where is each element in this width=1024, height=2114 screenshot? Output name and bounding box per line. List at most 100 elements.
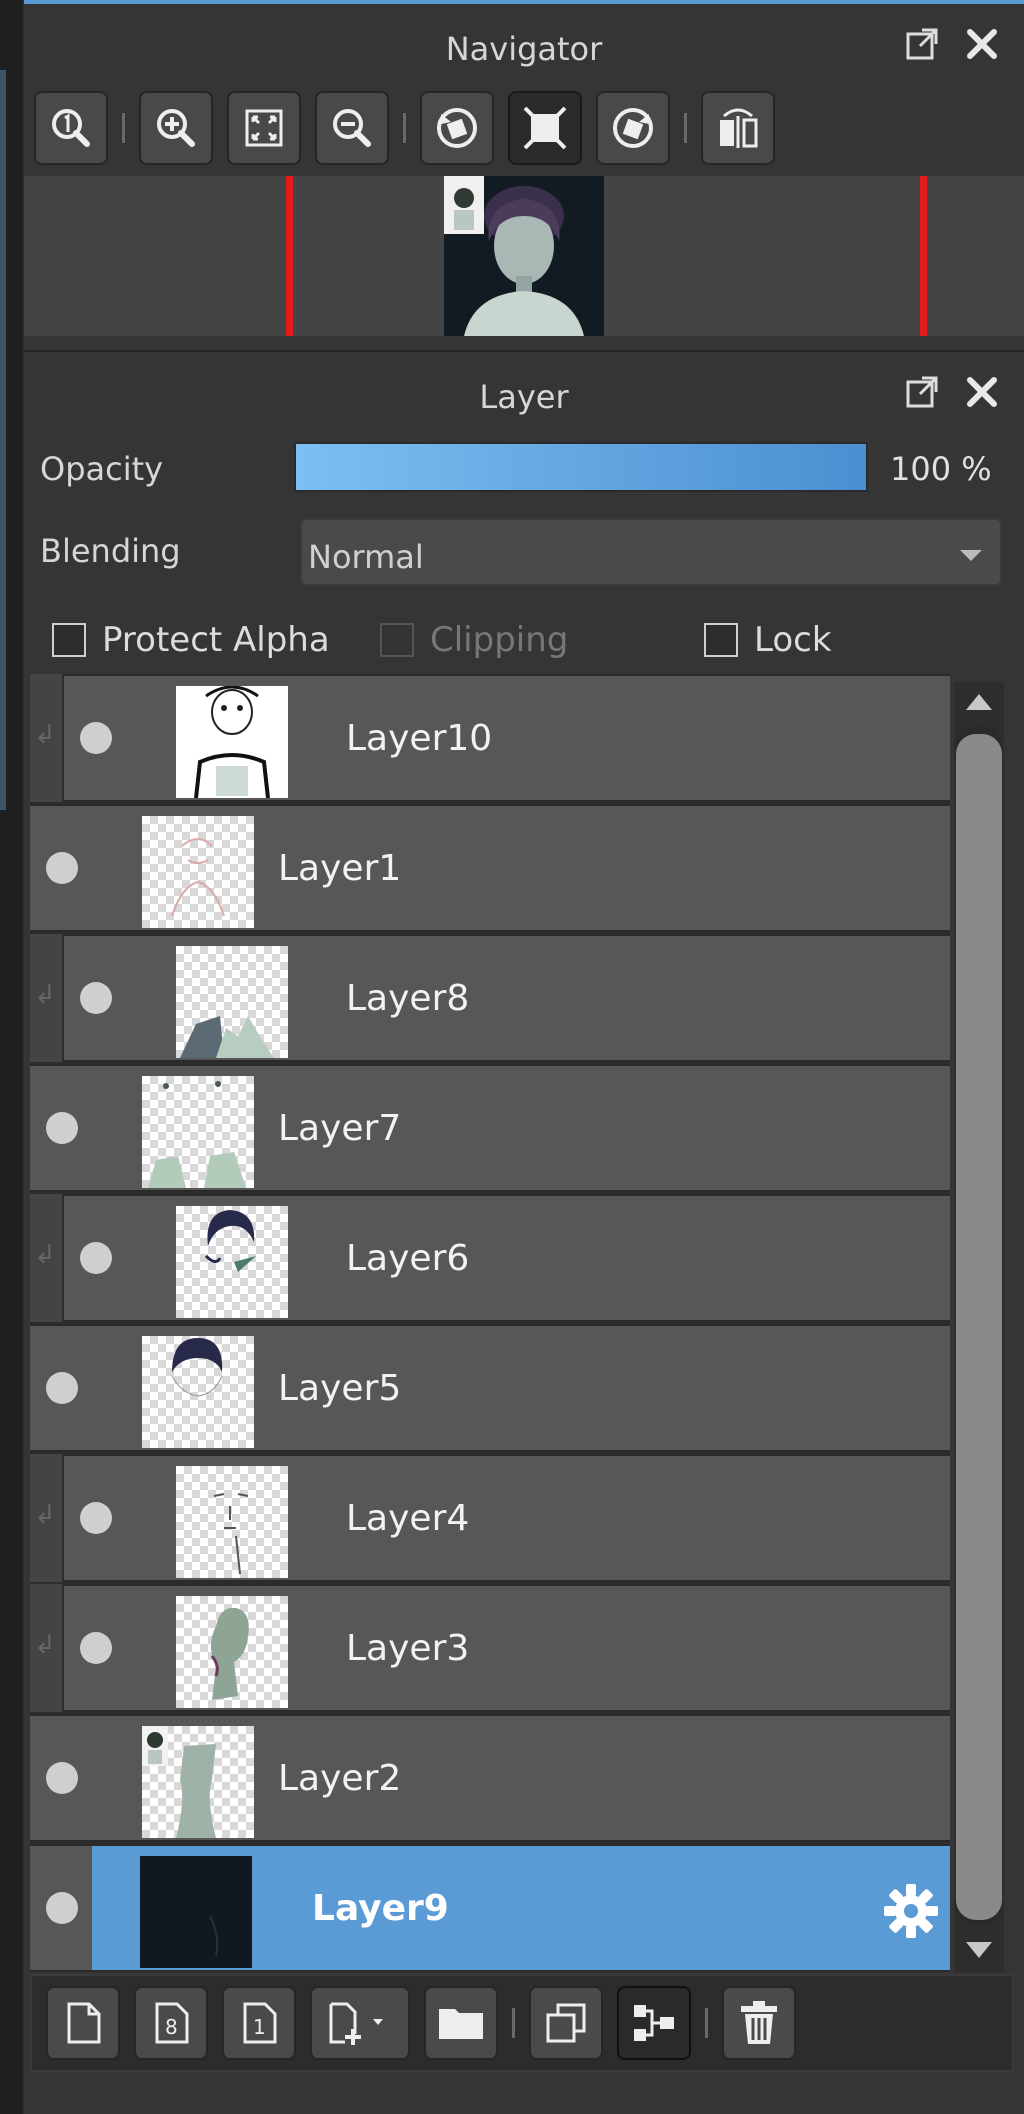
layer-name: Layer5: [278, 1368, 402, 1409]
navigator-toolbar: [34, 88, 789, 168]
view-marker-right: [920, 176, 927, 336]
clip-arrow-icon: ↲: [34, 1240, 56, 1270]
undock-icon[interactable]: [902, 24, 942, 64]
svg-text:8: 8: [165, 2015, 178, 2039]
layer-thumbnail: [142, 1726, 254, 1838]
layer-row[interactable]: Layer10: [64, 674, 950, 802]
layer-thumbnail: [176, 946, 288, 1058]
opacity-label: Opacity: [40, 450, 164, 488]
layer-row[interactable]: Layer7: [30, 1064, 950, 1192]
left-dock-edge: [0, 0, 24, 2114]
layer-row[interactable]: Layer3: [64, 1584, 950, 1712]
layer-bottom-toolbar: 8 1: [30, 1974, 1014, 2072]
scroll-up-icon[interactable]: [966, 694, 992, 710]
visibility-icon[interactable]: [46, 1892, 78, 1924]
zoom-out-button[interactable]: [315, 91, 389, 165]
layer-row-selected[interactable]: Layer9: [30, 1844, 950, 1972]
visibility-icon[interactable]: [80, 1502, 112, 1534]
layer-thumbnail: [142, 816, 254, 928]
layer-row[interactable]: Layer6: [64, 1194, 950, 1322]
clip-indicator: ↲: [30, 674, 64, 802]
navigator-panel: Navigator: [24, 0, 1024, 350]
toolbar-separator: [684, 113, 687, 143]
dock-accent: [0, 70, 6, 810]
canvas-thumbnail: [444, 176, 604, 336]
scroll-down-icon[interactable]: [966, 1942, 992, 1958]
visibility-icon[interactable]: [46, 852, 78, 884]
rotate-right-icon: [613, 108, 653, 148]
layer-thumbnail: [142, 1336, 254, 1448]
layer-settings-gear-icon[interactable]: [882, 1882, 940, 1940]
visibility-icon[interactable]: [46, 1372, 78, 1404]
layer-name: Layer8: [346, 978, 470, 1019]
new-layer-icon: [67, 2002, 101, 2044]
merge-down-button[interactable]: [617, 1986, 691, 2060]
protect-alpha-label: Protect Alpha: [102, 620, 330, 660]
flip-horizontal-button[interactable]: [701, 91, 775, 165]
zoom-actual-button[interactable]: [34, 91, 108, 165]
layer-name: Layer1: [278, 848, 402, 889]
rotate-left-icon: [437, 108, 477, 148]
clipping-checkbox[interactable]: Clipping: [380, 620, 568, 660]
checkbox-box[interactable]: [52, 623, 86, 657]
add-layer-menu-button[interactable]: [310, 1986, 410, 2060]
layer-thumbnail: [176, 1466, 288, 1578]
toolbar-separator: [512, 2008, 515, 2038]
layer-name: Layer7: [278, 1108, 402, 1149]
layer-titlebar: Layer: [24, 352, 1024, 436]
checkbox-box[interactable]: [704, 623, 738, 657]
layer-name: Layer2: [278, 1758, 402, 1799]
reset-rotation-button[interactable]: [508, 91, 582, 165]
layer-row[interactable]: Layer2: [30, 1714, 950, 1842]
add-layer-menu-icon: [329, 2002, 383, 2045]
duplicate-layer-icon: [546, 2003, 586, 2043]
fit-to-window-button[interactable]: [227, 91, 301, 165]
visibility-icon[interactable]: [46, 1762, 78, 1794]
clip-indicator: ↲: [30, 1194, 64, 1322]
navigator-title: Navigator: [445, 30, 603, 68]
close-icon[interactable]: [962, 372, 1002, 412]
new-1bit-layer-button[interactable]: 1: [222, 1986, 296, 2060]
opacity-slider[interactable]: [294, 442, 868, 492]
rotate-left-button[interactable]: [420, 91, 494, 165]
layer-title: Layer: [479, 378, 569, 416]
visibility-icon[interactable]: [80, 1632, 112, 1664]
new-folder-icon: [439, 2009, 483, 2039]
svg-text:1: 1: [253, 2015, 266, 2039]
rotate-right-button[interactable]: [596, 91, 670, 165]
clip-arrow-icon: ↲: [34, 720, 56, 750]
visibility-icon[interactable]: [80, 1242, 112, 1274]
blending-value: Normal: [308, 538, 424, 576]
chevron-down-icon: [960, 550, 982, 561]
visibility-icon[interactable]: [46, 1112, 78, 1144]
layer-row[interactable]: Layer8: [64, 934, 950, 1062]
layer-scrollbar[interactable]: [954, 682, 1004, 1972]
layer-row[interactable]: Layer1: [30, 804, 950, 932]
layer-panel: Layer Opacity 100 % Blending Normal Prot…: [24, 352, 1024, 2114]
protect-alpha-checkbox[interactable]: Protect Alpha: [52, 620, 330, 660]
undock-icon[interactable]: [902, 372, 942, 412]
toolbar-separator: [705, 2008, 708, 2038]
layer-list[interactable]: ↲ Layer10 Layer1 ↲ Layer8 Layer7 ↲ Layer…: [30, 674, 950, 1972]
lock-checkbox[interactable]: Lock: [704, 620, 832, 660]
visibility-icon[interactable]: [80, 982, 112, 1014]
scroll-thumb[interactable]: [956, 734, 1002, 1920]
toolbar-separator: [403, 113, 406, 143]
close-icon[interactable]: [962, 24, 1002, 64]
new-layer-button[interactable]: [46, 1986, 120, 2060]
lock-label: Lock: [754, 620, 832, 660]
new-folder-button[interactable]: [424, 1986, 498, 2060]
layer-row[interactable]: Layer4: [64, 1454, 950, 1582]
duplicate-layer-button[interactable]: [529, 1986, 603, 2060]
layer-row[interactable]: Layer5: [30, 1324, 950, 1452]
clip-indicator: ↲: [30, 1454, 64, 1582]
blending-select[interactable]: Normal: [300, 518, 1002, 586]
zoom-in-button[interactable]: [139, 91, 213, 165]
checkbox-box[interactable]: [380, 623, 414, 657]
navigator-preview[interactable]: [24, 176, 1024, 336]
visibility-icon[interactable]: [80, 722, 112, 754]
new-8bit-layer-button[interactable]: 8: [134, 1986, 208, 2060]
clip-indicator: ↲: [30, 1584, 64, 1712]
zoom-actual-icon: [52, 109, 90, 147]
delete-layer-button[interactable]: [722, 1986, 796, 2060]
